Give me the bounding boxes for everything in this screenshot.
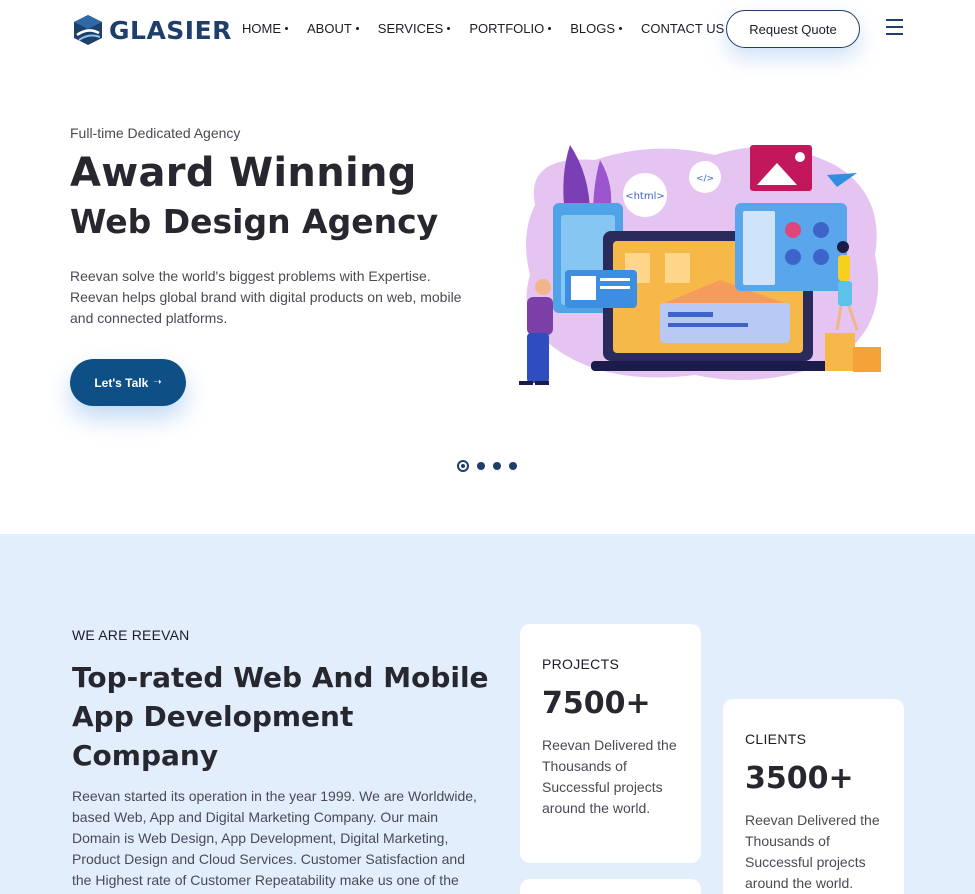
nav-home-label: HOME bbox=[242, 21, 281, 36]
nav-services-label: SERVICES bbox=[377, 21, 444, 36]
hero-illustration: <html> </> bbox=[519, 145, 881, 385]
lets-talk-label: Let's Talk bbox=[94, 375, 149, 390]
slider-dot-3[interactable] bbox=[493, 462, 501, 470]
about-section: WE ARE REEVAN Top-rated Web And Mobile A… bbox=[0, 534, 975, 894]
stat-text: Reevan Delivered the Thousands of Succes… bbox=[542, 737, 677, 816]
lets-talk-button[interactable]: Let's Talk ➝ bbox=[70, 359, 186, 406]
stat-card-partial bbox=[520, 879, 701, 894]
about-eyebrow: WE ARE REEVAN bbox=[72, 627, 190, 643]
nav-contact[interactable]: CONTACT US bbox=[641, 21, 732, 36]
stat-label: PROJECTS bbox=[542, 656, 620, 672]
slider-dot-4[interactable] bbox=[509, 462, 517, 470]
nav-portfolio-label: PORTFOLIO bbox=[469, 21, 545, 36]
stat-value: 7500+ bbox=[542, 686, 651, 721]
arrow-right-icon: ➝ bbox=[153, 377, 162, 388]
about-title-highlight: Top-rated bbox=[72, 658, 224, 697]
dropdown-dot-icon bbox=[285, 27, 288, 30]
about-description: Reevan started its operation in the year… bbox=[72, 788, 477, 894]
nav-services[interactable]: SERVICES bbox=[378, 21, 451, 36]
hamburger-menu-icon[interactable] bbox=[886, 19, 903, 36]
hero-title-line2: Web Design Agency bbox=[70, 202, 439, 241]
about-title: Top-rated Web And Mobile App Development… bbox=[72, 658, 492, 775]
nav-blogs-label: BLOGS bbox=[570, 21, 615, 36]
dropdown-dot-icon bbox=[355, 27, 359, 30]
logo-icon bbox=[74, 15, 102, 45]
nav-about-label: ABOUT bbox=[307, 21, 352, 36]
stat-text: Reevan Delivered the Thousands of Succes… bbox=[745, 812, 880, 891]
hero-subtitle: Full-time Dedicated Agency bbox=[70, 125, 241, 141]
dropdown-dot-icon bbox=[548, 27, 552, 30]
site-header: GLASIER HOME ABOUT SERVICES PORTFOLIO BL… bbox=[0, 0, 975, 60]
stat-label: CLIENTS bbox=[745, 731, 807, 747]
nav-portfolio[interactable]: PORTFOLIO bbox=[469, 21, 552, 36]
dropdown-dot-icon bbox=[619, 27, 622, 30]
request-quote-button[interactable]: Request Quote bbox=[726, 10, 860, 48]
stat-card-clients: CLIENTS 3500+ Reevan Delivered the Thous… bbox=[723, 699, 904, 894]
hero-title-line1: Award Winning bbox=[70, 150, 417, 196]
logo[interactable]: GLASIER bbox=[71, 13, 232, 47]
stat-card-projects: PROJECTS 7500+ Reevan Delivered the Thou… bbox=[520, 624, 701, 863]
hero-description: Reevan solve the world's biggest problem… bbox=[70, 268, 462, 326]
stat-value: 3500+ bbox=[745, 761, 854, 796]
logo-text: GLASIER bbox=[109, 15, 232, 45]
nav-about[interactable]: ABOUT bbox=[307, 21, 359, 36]
main-nav: HOME ABOUT SERVICES PORTFOLIO BLOGS CONT… bbox=[242, 21, 750, 36]
slider-dot-1[interactable] bbox=[457, 460, 469, 472]
nav-blogs[interactable]: BLOGS bbox=[570, 21, 622, 36]
slider-dot-2[interactable] bbox=[477, 462, 485, 470]
nav-home[interactable]: HOME bbox=[242, 21, 288, 36]
code-tag-label: </> bbox=[696, 174, 714, 184]
html-tag-label: <html> bbox=[625, 191, 665, 202]
dropdown-dot-icon bbox=[447, 27, 451, 30]
nav-contact-label: CONTACT US bbox=[641, 21, 725, 36]
slider-pagination bbox=[457, 460, 517, 472]
